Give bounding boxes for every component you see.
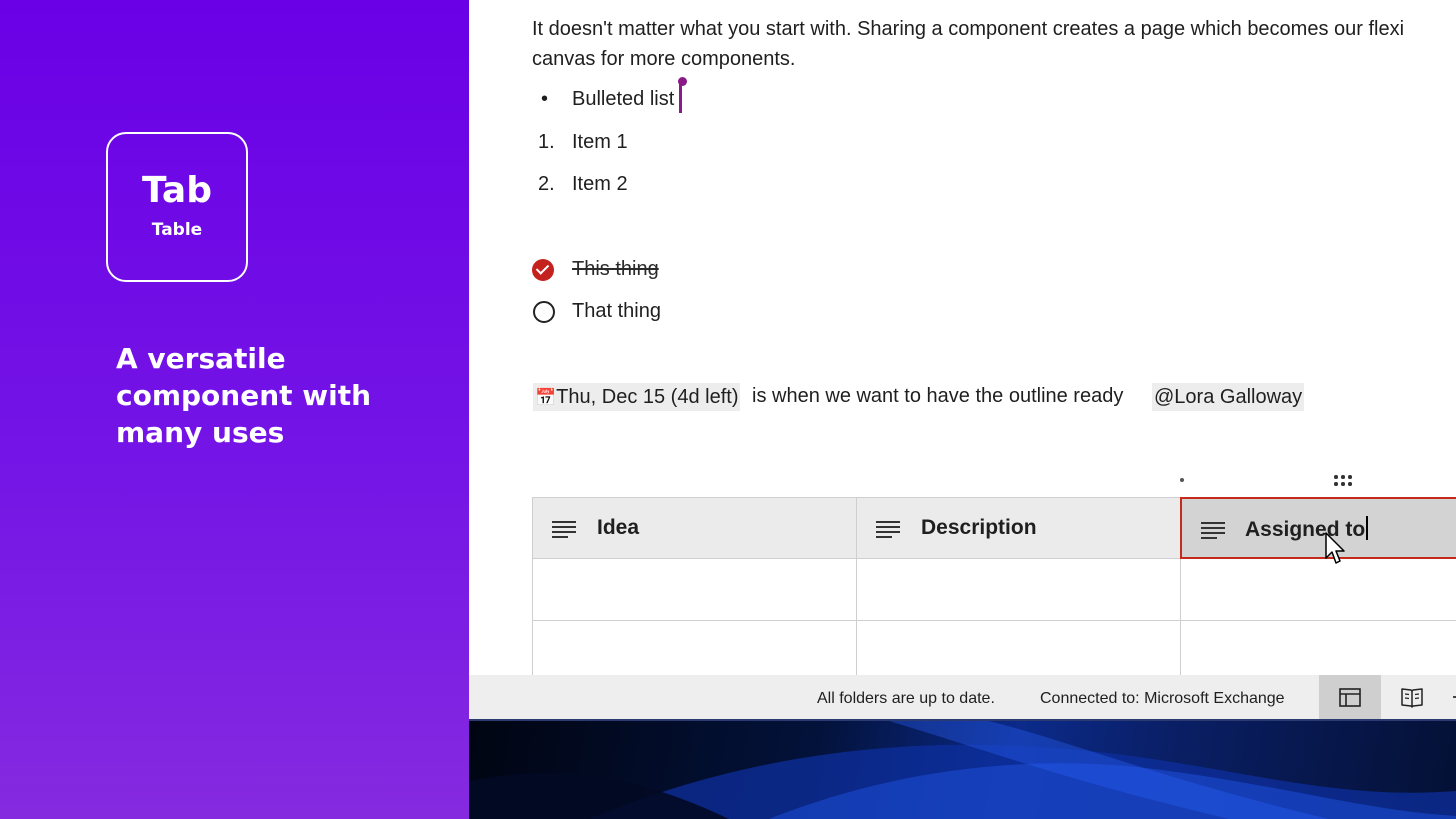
connection-status-text: Connected to: Microsoft Exchange [1040,690,1285,707]
reading-view-icon [1401,688,1423,708]
date-sentence-text: is when we want to have the outline read… [752,385,1124,407]
table-cell[interactable] [856,621,1181,675]
table-drag-handle-icon[interactable] [1334,474,1354,488]
column-header-assigned-to[interactable]: Assigned to [1180,497,1456,559]
mention-chip[interactable]: @Lora Galloway [1152,383,1305,411]
tab-badge-title: Tab [142,170,212,211]
slide-headline: A versatile component with many uses [116,342,372,449]
column-header-description[interactable]: Description [856,497,1181,559]
column-header-label: Description [921,516,1037,539]
numbered-marker-1: 1. [538,131,555,153]
tab-badge-subtitle: Table [151,220,203,240]
table-cell[interactable] [1180,559,1456,621]
sync-status-text: All folders are up to date. [817,690,995,707]
numbered-list-item-1[interactable]: Item 1 [572,131,628,154]
date-chip-label: Thu, Dec 15 (4d left) [556,386,739,408]
text-lines-icon [1201,522,1225,539]
column-header-idea[interactable]: Idea [532,497,857,559]
bullet-marker: • [541,88,549,110]
table-cell[interactable] [856,559,1181,621]
text-lines-icon [552,521,576,538]
task-checkbox-unchecked-icon[interactable] [533,301,555,323]
intro-line-1: It doesn't matter what you start with. S… [532,18,1405,40]
normal-view-button[interactable] [1319,675,1381,719]
bulleted-list-item[interactable]: Bulleted list [572,88,674,111]
date-chip[interactable]: 📅Thu, Dec 15 (4d left) [533,383,741,411]
normal-view-icon [1339,688,1361,707]
loop-page-canvas[interactable]: It doesn't matter what you start with. S… [469,0,1456,675]
handle-dot [1180,478,1184,482]
wallpaper-swirl-image [469,721,1456,819]
table-cell[interactable] [532,559,857,621]
task-item-1[interactable]: This thing [572,258,659,281]
numbered-marker-2: 2. [538,173,555,195]
table-cell[interactable] [1180,621,1456,675]
slide-panel: Tab Table A versatile component with man… [0,0,469,819]
task-item-2[interactable]: That thing [572,300,661,323]
task-checkbox-checked-icon[interactable] [532,259,554,281]
column-header-input[interactable]: Assigned to [1245,516,1369,542]
intro-paragraph[interactable]: It doesn't matter what you start with. S… [532,14,1404,74]
desktop-wallpaper [469,721,1456,819]
text-lines-icon [876,521,900,538]
reading-view-button[interactable] [1381,675,1443,719]
collaborator-cursor-head [678,77,687,86]
intro-line-2: canvas for more components. [532,48,796,70]
numbered-list-item-2[interactable]: Item 2 [572,173,628,196]
column-header-label: Idea [597,516,640,539]
tab-badge: Tab Table [106,132,248,282]
mouse-pointer-icon [1325,532,1345,564]
column-header-label: Assigned to [1245,518,1366,541]
table-cell[interactable] [532,621,857,675]
status-bar: All folders are up to date. Connected to… [469,675,1456,721]
calendar-icon: 📅 [535,388,557,408]
text-caret [1366,516,1369,540]
